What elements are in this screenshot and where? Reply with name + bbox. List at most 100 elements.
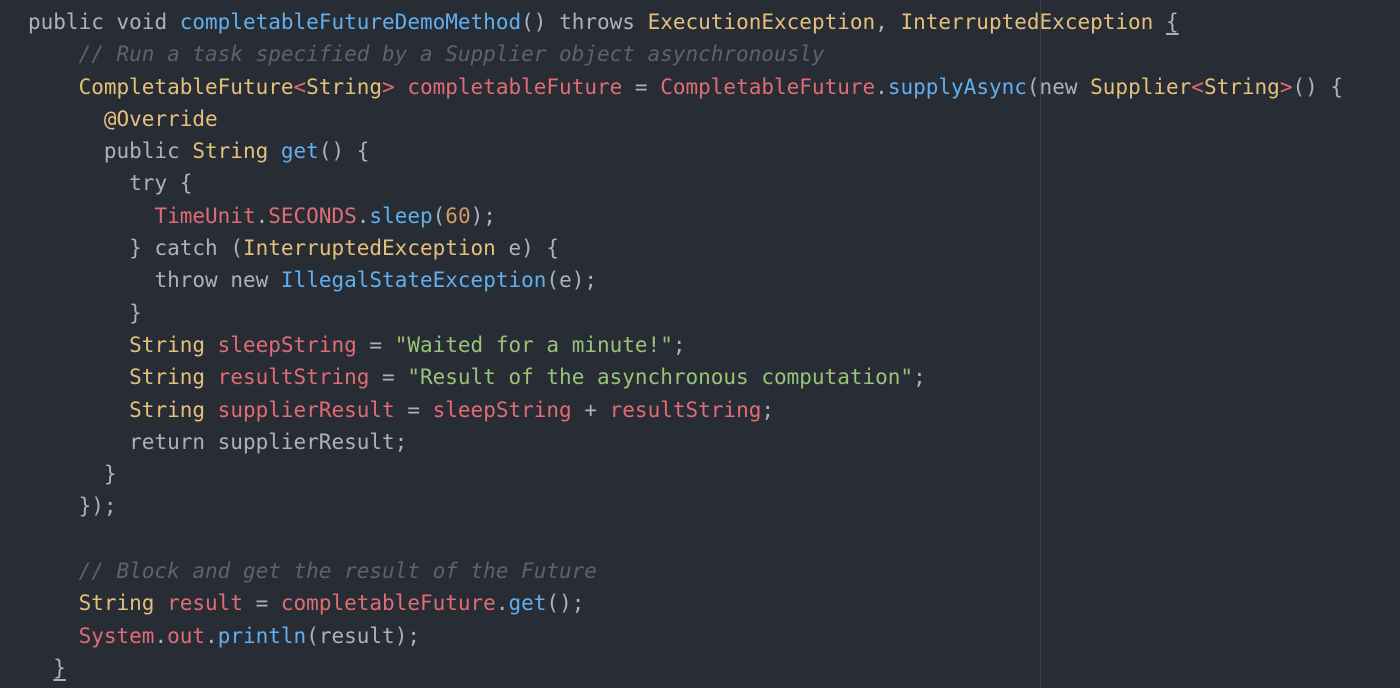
code-token: String [192,139,269,164]
code-token: . [255,203,269,228]
code-line[interactable]: // Run a task specified by a Supplier ob… [28,38,1343,70]
code-line[interactable]: String sleepString = "Waited for a minut… [28,329,1343,361]
code-token: ); [470,203,496,228]
code-token: return [129,429,206,454]
code-token: = [394,397,433,422]
code-token: new [1039,74,1078,99]
code-token: get [280,139,319,164]
code-token: supplierResult; [205,429,408,454]
code-token: + [571,397,610,422]
code-token: < [1191,74,1204,99]
code-token: result [167,591,243,616]
code-token: , [875,10,901,34]
code-line[interactable]: try { [28,167,1343,199]
code-token: { [1165,10,1179,34]
code-token: completableFutureDemoMethod [179,10,522,34]
code-token: . [356,203,370,228]
code-line[interactable]: String resultString = "Result of the asy… [28,361,1343,393]
code-token: < [293,74,307,99]
code-token: () { [318,139,370,164]
code-editor[interactable]: public void completableFutureDemoMethod(… [0,0,1400,688]
code-line[interactable]: System.out.println(result); [28,620,1343,652]
code-token: CompletableFuture [78,74,294,99]
code-token: try [129,171,168,196]
code-token: () [521,10,560,34]
code-token: } [103,462,117,487]
code-line[interactable]: TimeUnit.SECONDS.sleep(60); [28,200,1343,232]
code-comment: // Run a task specified by a Supplier ob… [78,42,825,67]
code-line[interactable]: throw new IllegalStateException(e); [28,264,1343,296]
code-token: 60 [445,203,471,228]
code-line[interactable]: } catch (InterruptedException e) { [28,232,1343,264]
code-token: supplyAsync [887,74,1027,99]
code-token: > [382,74,395,99]
code-area[interactable]: public void completableFutureDemoMethod(… [0,6,1400,685]
code-token: completableFuture [407,74,623,99]
code-token: ; [672,332,686,357]
code-token: CompletableFuture [660,74,876,99]
code-line[interactable]: String result = completableFuture.get(); [28,587,1343,619]
code-token: SECONDS [268,203,357,228]
code-line[interactable]: }); [28,490,1343,522]
code-token: public [28,10,104,34]
code-token: String [1203,74,1280,99]
code-token: new [230,268,269,293]
code-token: println [217,623,307,648]
code-token: void [116,10,168,34]
code-token: InterruptedException [900,10,1154,34]
code-line[interactable]: CompletableFuture<String> completableFut… [28,71,1343,103]
code-token: e) { [495,236,560,261]
code-token: throw [154,268,218,293]
code-line[interactable]: } [28,458,1343,490]
code-token: ( [432,203,446,228]
code-line[interactable]: public String get() { [28,135,1343,167]
code-line[interactable]: return supplierResult; [28,426,1343,458]
code-token: ExecutionException [647,10,876,34]
code-token: sleepString [217,332,357,357]
code-token: String [129,365,206,390]
code-token: sleepString [432,397,572,422]
code-token: InterruptedException [242,236,496,261]
code-line[interactable]: @Override [28,103,1343,135]
code-token: public [103,139,180,164]
code-token: System [78,623,155,648]
code-token: . [154,623,168,648]
code-token: String [306,74,383,99]
code-line[interactable]: } [28,297,1343,329]
code-comment: // Block and get the result of the Futur… [78,559,597,584]
code-token: @Override [103,106,218,131]
code-token: (); [546,591,585,616]
code-line[interactable]: String supplierResult = sleepString + re… [28,394,1343,426]
code-token: . [495,591,509,616]
code-line[interactable]: public void completableFutureDemoMethod(… [28,6,1343,38]
code-token: } [53,655,66,680]
code-token: Supplier [1090,74,1192,99]
code-line[interactable]: // Block and get the result of the Futur… [28,555,1343,587]
code-line[interactable] [28,523,1343,555]
code-token: resultString [217,365,370,390]
code-line[interactable]: } [0,651,1400,685]
